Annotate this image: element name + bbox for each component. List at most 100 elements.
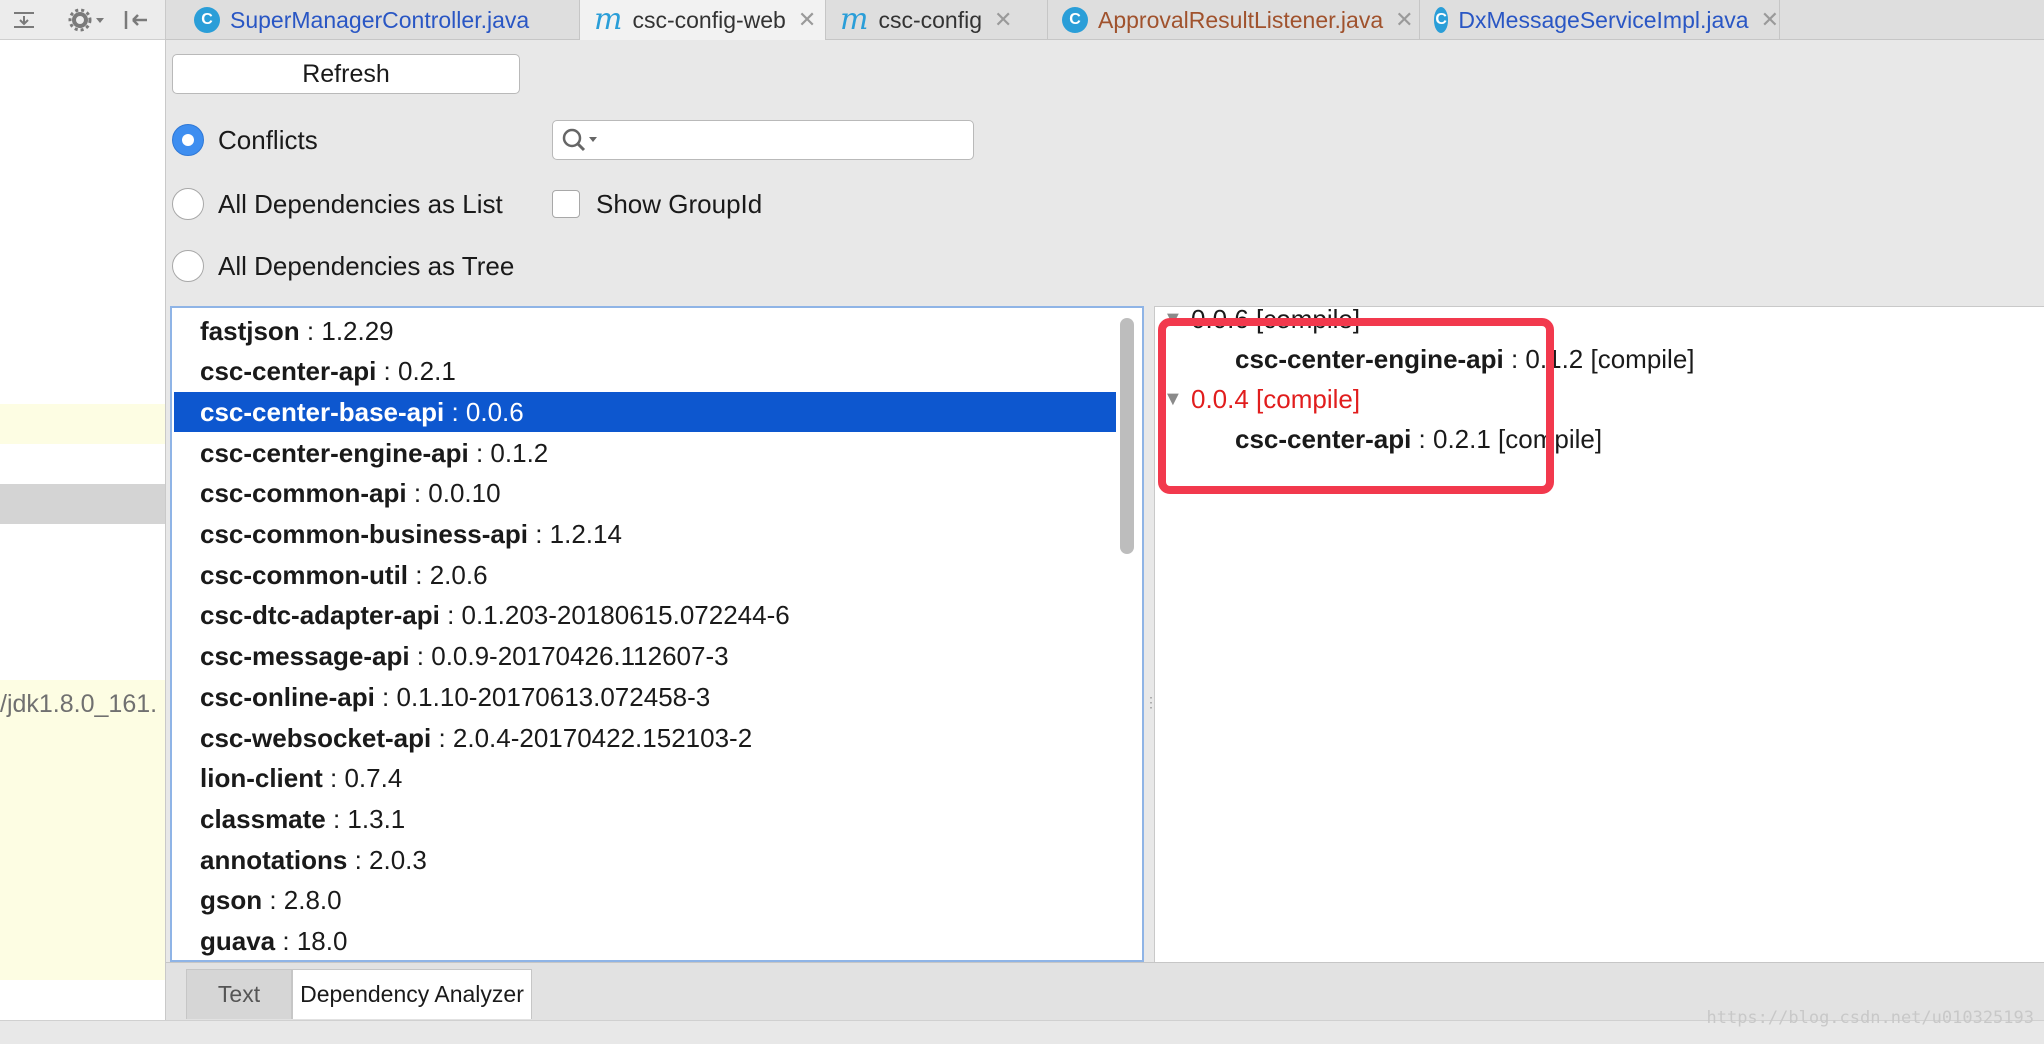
- dependency-name: annotations: [200, 844, 348, 875]
- search-icon: [562, 128, 597, 152]
- tab-dx-message-service-impl[interactable]: C DxMessageServiceImpl.java ✕: [1420, 0, 1780, 40]
- red-highlight-box: [1158, 318, 1554, 494]
- collapse-all-icon[interactable]: [8, 4, 40, 36]
- watermark: https://blog.csdn.net/u010325193: [1706, 1008, 2034, 1028]
- refresh-button[interactable]: Refresh: [172, 54, 520, 94]
- project-panel: /jdk1.8.0_161.: [0, 0, 166, 1044]
- tree-row-highlight: [0, 404, 165, 444]
- tree-row-highlight: [0, 680, 165, 980]
- list-item[interactable]: csc-websocket-api : 2.0.4-20170422.15210…: [174, 718, 1116, 758]
- list-item[interactable]: csc-center-base-api : 0.0.6: [174, 392, 1116, 433]
- radio-button[interactable]: [172, 250, 204, 282]
- list-item[interactable]: csc-common-util : 2.0.6: [174, 555, 1116, 595]
- gear-icon[interactable]: [62, 4, 112, 36]
- tree-row-selected: [0, 484, 165, 524]
- list-item[interactable]: csc-message-api : 0.0.9-20170426.112607-…: [174, 637, 1116, 677]
- search-input[interactable]: [552, 120, 974, 160]
- class-icon: C: [194, 7, 220, 33]
- radio-label: Conflicts: [218, 124, 318, 155]
- list-item[interactable]: csc-online-api : 0.1.10-20170613.072458-…: [174, 677, 1116, 717]
- dependency-name: csc-common-business-api: [200, 519, 528, 549]
- list-item[interactable]: csc-center-engine-api : 0.1.2: [174, 433, 1116, 473]
- dependency-version: : 0.0.6: [444, 396, 524, 427]
- dependency-name: csc-websocket-api: [200, 722, 432, 753]
- dependency-version: : 1.2.29: [299, 315, 394, 346]
- dependency-version: : 0.2.1: [376, 356, 456, 387]
- dependency-version: : 0.0.10: [406, 478, 501, 509]
- show-groupid-checkbox[interactable]: Show GroupId: [552, 184, 762, 224]
- tab-approval-result-listener[interactable]: C ApprovalResultListener.java ✕: [1048, 0, 1420, 40]
- dependency-version: : 2.0.6: [408, 559, 488, 590]
- dependency-version: : 1.2.14: [527, 519, 622, 549]
- class-icon: C: [1434, 7, 1449, 33]
- list-item[interactable]: csc-center-api : 0.2.1: [174, 352, 1116, 392]
- radio-button[interactable]: [172, 188, 204, 220]
- radio-conflicts[interactable]: Conflicts: [172, 120, 318, 160]
- dependency-version: : 2.0.3: [347, 844, 427, 875]
- tab-csc-config[interactable]: m csc-config ✕: [826, 0, 1048, 40]
- panel-splitter[interactable]: [1144, 306, 1154, 962]
- dependency-name: csc-dtc-adapter-api: [200, 600, 440, 631]
- dependency-name: csc-message-api: [200, 641, 410, 672]
- tab-label: csc-config: [878, 6, 982, 33]
- list-item[interactable]: classmate : 1.3.1: [174, 799, 1116, 839]
- dependency-name: fastjson: [200, 315, 300, 346]
- dependency-version: : 0.1.10-20170613.072458-3: [374, 681, 711, 712]
- list-item[interactable]: gson : 2.8.0: [174, 881, 1116, 921]
- dependency-name: csc-common-api: [200, 478, 407, 509]
- dependency-version: : 0.1.203-20180615.072244-6: [439, 600, 790, 631]
- dependency-name: gson: [200, 885, 263, 916]
- scrollbar-thumb[interactable]: [1120, 318, 1134, 554]
- tab-csc-config-web[interactable]: m csc-config-web ✕: [580, 0, 826, 40]
- splitter-handle-icon[interactable]: ⋮: [1144, 694, 1158, 710]
- maven-icon: m: [840, 2, 869, 37]
- dependency-name: csc-online-api: [200, 681, 375, 712]
- radio-all-as-tree[interactable]: All Dependencies as Tree: [172, 246, 514, 286]
- dependency-name: lion-client: [200, 763, 323, 794]
- maven-icon: m: [594, 2, 623, 37]
- close-icon[interactable]: ✕: [994, 7, 1012, 33]
- close-icon[interactable]: ✕: [798, 7, 816, 33]
- radio-all-as-list[interactable]: All Dependencies as List: [172, 184, 503, 224]
- class-icon: C: [1062, 7, 1088, 33]
- dependency-name: csc-center-api: [200, 356, 377, 387]
- dependency-version: : 18.0: [275, 926, 348, 956]
- ide-window: /jdk1.8.0_161. C SuperManagerController.…: [0, 0, 2044, 1044]
- dependency-version: : 0.1.2: [468, 437, 549, 468]
- dependency-version: : 0.7.4: [322, 763, 403, 794]
- dependency-version: : 1.3.1: [325, 803, 406, 834]
- jdk-path-text: /jdk1.8.0_161.: [0, 690, 158, 718]
- list-item[interactable]: annotations : 2.0.3: [174, 840, 1116, 880]
- close-icon[interactable]: ✕: [1761, 7, 1779, 33]
- radio-label: All Dependencies as List: [218, 188, 503, 219]
- dependency-version: : 2.0.4-20170422.152103-2: [431, 722, 753, 753]
- list-item[interactable]: csc-common-api : 0.0.10: [174, 474, 1116, 514]
- list-item[interactable]: csc-dtc-adapter-api : 0.1.203-20180615.0…: [174, 596, 1116, 636]
- list-item[interactable]: guava : 18.0: [174, 922, 1116, 961]
- dependency-version: : 2.8.0: [262, 885, 342, 916]
- dependency-version: : 0.0.9-20170426.112607-3: [409, 641, 729, 672]
- list-item[interactable]: lion-client : 0.7.4: [174, 759, 1116, 799]
- checkbox-label: Show GroupId: [596, 188, 763, 219]
- dependency-list[interactable]: fastjson : 1.2.29 csc-center-api : 0.2.1 c…: [170, 306, 1144, 962]
- radio-label: All Dependencies as Tree: [218, 250, 515, 281]
- tab-label: SuperManagerController.java: [230, 6, 530, 33]
- dependency-name: csc-center-base-api: [200, 396, 445, 427]
- project-toolbar: [0, 0, 165, 40]
- hide-panel-icon[interactable]: [118, 4, 154, 36]
- checkbox[interactable]: [552, 190, 580, 218]
- dependency-name: csc-center-engine-api: [200, 437, 469, 468]
- close-icon[interactable]: ✕: [1395, 7, 1413, 33]
- tab-text[interactable]: Text: [186, 969, 292, 1019]
- dependency-name: csc-common-util: [200, 559, 409, 590]
- dependency-name: guava: [200, 926, 276, 956]
- tab-super-manager-controller[interactable]: C SuperManagerController.java: [180, 0, 580, 40]
- tab-label: ApprovalResultListener.java: [1098, 6, 1384, 33]
- tab-dependency-analyzer[interactable]: Dependency Analyzer: [292, 969, 532, 1019]
- tab-label: csc-config-web: [632, 6, 786, 33]
- editor-tab-bar: C SuperManagerController.java m csc-conf…: [166, 0, 2044, 40]
- radio-button-selected[interactable]: [172, 124, 204, 156]
- dependency-name: classmate: [200, 803, 326, 834]
- list-item[interactable]: fastjson : 1.2.29: [174, 311, 1116, 351]
- list-item[interactable]: csc-common-business-api : 1.2.14: [174, 515, 1116, 555]
